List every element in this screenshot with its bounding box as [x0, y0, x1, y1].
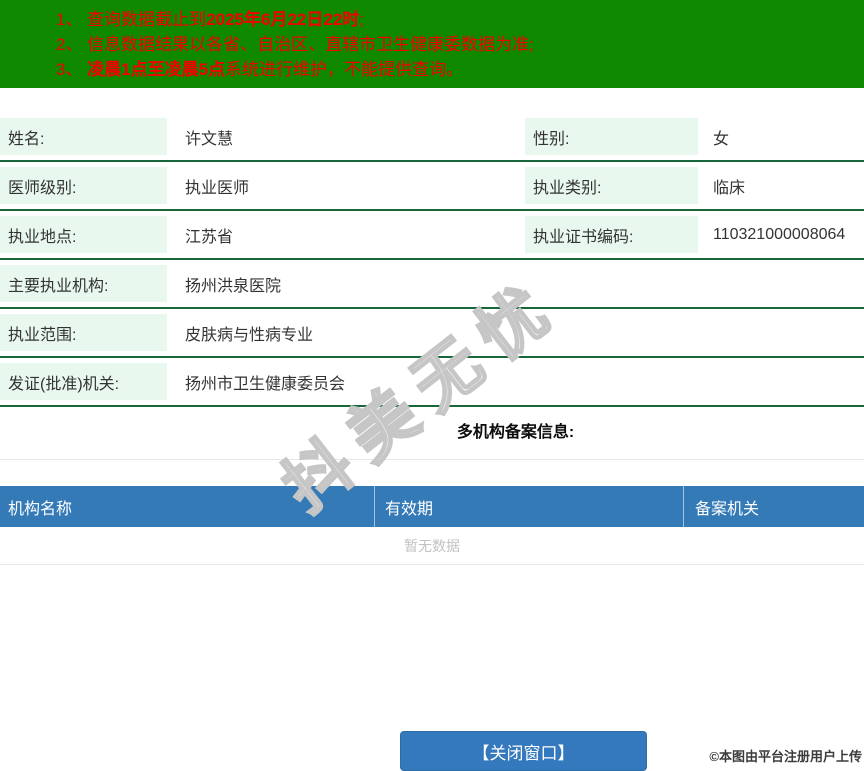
notice-line-1-text: 1、 查询数据截止到	[56, 10, 207, 29]
table-row-name-gender: 姓名: 许文慧 性别: 女	[0, 113, 864, 162]
issuing-authority-value: 扬州市卫生健康委员会	[185, 375, 346, 393]
notice-line-1-bold: 2025年6月22日22时	[206, 10, 360, 29]
gender-value: 女	[713, 130, 730, 148]
practitioner-info-table: 姓名: 许文慧 性别: 女 医师级别: 执业医师 执业类别: 临床 执业地点: …	[0, 113, 864, 407]
doctor-level-value: 执业医师	[185, 179, 250, 197]
gender-label: 性别:	[525, 118, 698, 155]
multi-institution-section-title: 多机构备案信息:	[456, 424, 575, 441]
notice-line-3-post: 系统进行维护，不能提供查询。	[225, 60, 464, 79]
practice-scope-value: 皮肤病与性病专业	[185, 326, 314, 344]
close-window-button[interactable]: 【关闭窗口】	[400, 731, 647, 771]
notice-line-3-bold: 凌晨1点至凌晨5点	[87, 60, 226, 79]
column-header-validity-period: 有效期	[375, 486, 684, 527]
column-header-filing-authority: 备案机关	[695, 500, 760, 518]
notice-line-2: 2、 信息数据结果以各省、自治区、直辖市卫生健康委数据为准;	[56, 32, 864, 57]
issuing-authority-label: 发证(批准)机关:	[0, 363, 167, 400]
practice-location-value: 江苏省	[185, 228, 234, 246]
table-row-level-category: 医师级别: 执业医师 执业类别: 临床	[0, 162, 864, 211]
notice-line-3: 3、 凌晨1点至凌晨5点系统进行维护，不能提供查询。	[56, 57, 864, 82]
table-row-practice-scope: 执业范围: 皮肤病与性病专业	[0, 309, 864, 358]
main-institution-value: 扬州洪泉医院	[185, 277, 282, 295]
practice-location-label: 执业地点:	[0, 216, 167, 253]
certificate-number-value: 110321000008064	[713, 225, 846, 243]
table-row-location-certificate: 执业地点: 江苏省 执业证书编码: 110321000008064	[0, 211, 864, 260]
practice-category-label: 执业类别:	[525, 167, 698, 204]
notice-line-2-text: 2、 信息数据结果以各省、自治区、直辖市卫生健康委数据为准;	[56, 35, 534, 54]
name-value: 许文慧	[185, 130, 234, 148]
notice-line-1: 1、 查询数据截止到2025年6月22日22时;	[56, 7, 864, 32]
filing-table-empty-state: 暂无数据	[0, 527, 864, 565]
main-institution-label: 主要执业机构:	[0, 265, 167, 302]
filing-table-header: 机构名称 有效期 备案机关	[0, 486, 864, 527]
table-row-main-institution: 主要执业机构: 扬州洪泉医院	[0, 260, 864, 309]
copyright-stamp: ©本图由平台注册用户上传	[709, 749, 862, 764]
notice-line-3-text: 3、	[56, 60, 88, 79]
notice-line-1-post: ;	[359, 10, 365, 29]
name-label: 姓名:	[0, 118, 167, 155]
doctor-level-label: 医师级别:	[0, 167, 167, 204]
notice-banner: 1、 查询数据截止到2025年6月22日22时; 2、 信息数据结果以各省、自治…	[0, 0, 864, 88]
practice-scope-label: 执业范围:	[0, 314, 167, 351]
practice-category-value: 临床	[713, 179, 746, 197]
column-header-institution-name: 机构名称	[0, 486, 375, 527]
certificate-number-label: 执业证书编码:	[525, 216, 698, 253]
table-row-issuing-authority: 发证(批准)机关: 扬州市卫生健康委员会	[0, 358, 864, 407]
